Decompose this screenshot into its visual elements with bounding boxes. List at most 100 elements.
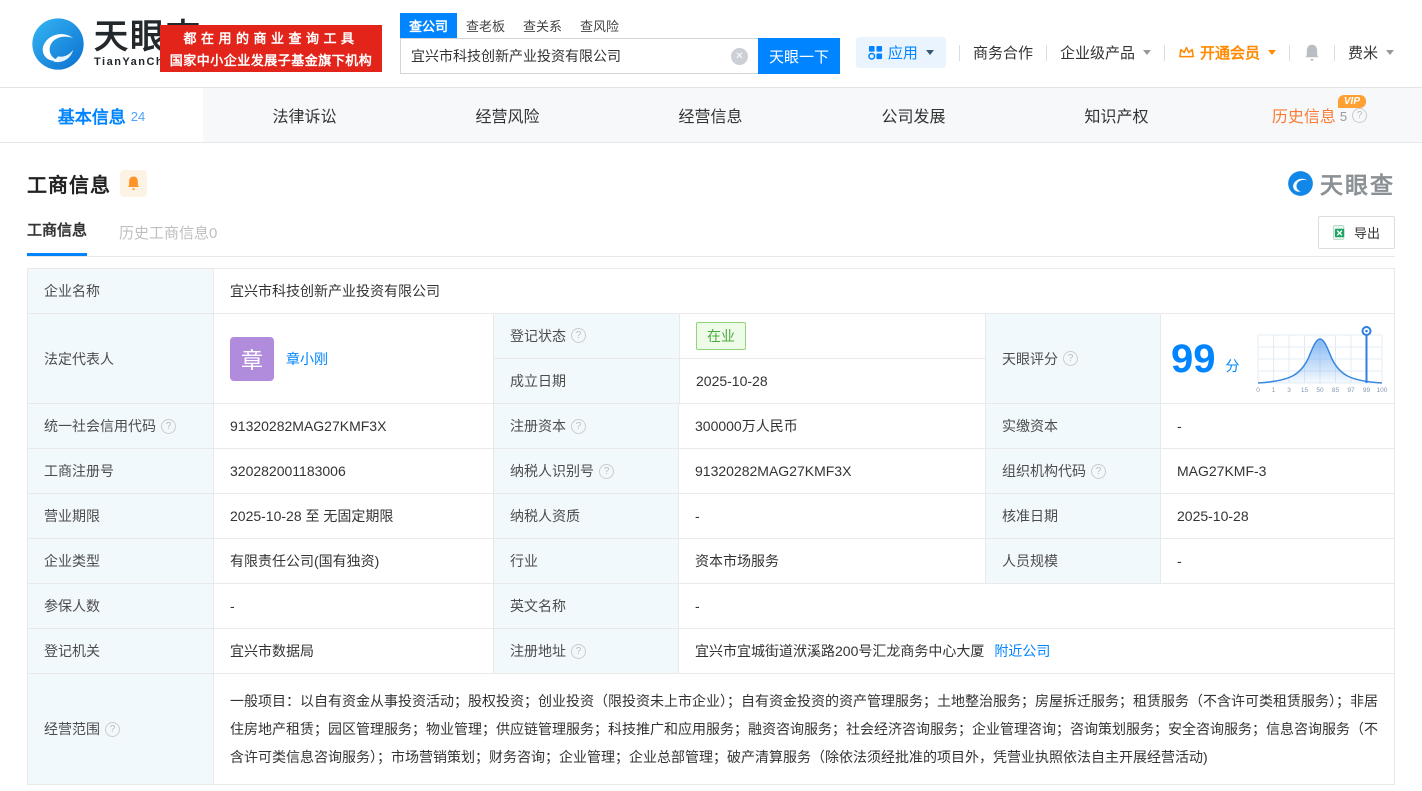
- field-label: 行业: [493, 539, 678, 583]
- field-label: 企业类型: [28, 539, 213, 583]
- subtab-history-business-info[interactable]: 历史工商信息0: [119, 222, 217, 256]
- svg-text:1: 1: [1271, 387, 1275, 394]
- excel-icon: [1332, 225, 1345, 240]
- svg-text:85: 85: [1331, 387, 1339, 394]
- field-label: 组织机构代码?: [985, 449, 1160, 493]
- registered-capital: 300000万人民币: [678, 404, 985, 448]
- tab-company-development[interactable]: 公司发展: [812, 88, 1015, 142]
- section-title: 工商信息: [27, 174, 111, 197]
- tab-legal-litigation[interactable]: 法律诉讼: [203, 88, 406, 142]
- search-tab-company[interactable]: 查公司: [400, 13, 458, 38]
- chevron-down-icon: [925, 50, 934, 55]
- avatar[interactable]: 章: [230, 336, 274, 381]
- status-subgrid: 登记状态? 在业 成立日期 2025-10-28: [493, 314, 985, 403]
- field-label: 注册地址?: [493, 629, 678, 673]
- apps-menu[interactable]: 应用: [855, 37, 946, 68]
- registration-status: 在业: [679, 314, 985, 359]
- table-row: 经营范围? 一般项目：以自有资金从事投资活动；股权投资；创业投资（限投资未上市企…: [28, 673, 1394, 784]
- field-label: 纳税人资质: [493, 494, 678, 538]
- tab-operation-info[interactable]: 经营信息: [609, 88, 812, 142]
- notification-bell-icon[interactable]: [1303, 43, 1321, 62]
- search-tab-risk[interactable]: 查风险: [571, 13, 628, 38]
- table-row: 法定代表人 章 章小刚 登记状态? 在业 成立日期 2025-10-28 天眼评…: [28, 313, 1394, 403]
- tab-basic-info[interactable]: 基本信息 24: [0, 88, 203, 142]
- main-tab-bar: 基本信息 24 法律诉讼 经营风险 经营信息 公司发展 知识产权 历史信息 VIP…: [0, 88, 1422, 143]
- score-value: 99: [1171, 336, 1216, 381]
- slogan-line1: 都在用的商业查询工具: [183, 31, 359, 46]
- table-row: 企业类型 有限责任公司(国有独资) 行业 资本市场服务 人员规模 -: [28, 538, 1394, 583]
- business-reg-number: 320282001183006: [213, 449, 493, 493]
- legal-rep-link[interactable]: 章小刚: [286, 349, 328, 369]
- field-label: 参保人数: [28, 584, 213, 628]
- watermark-logo: 天眼查: [1287, 166, 1395, 200]
- score-unit: 分: [1225, 357, 1240, 374]
- svg-text:99: 99: [1362, 387, 1370, 394]
- taxpayer-id: 91320282MAG27KMF3X: [678, 449, 985, 493]
- field-label: 登记机关: [28, 629, 213, 673]
- subscribe-bell-icon[interactable]: [120, 169, 147, 197]
- taxpayer-qualification: -: [678, 494, 985, 538]
- table-row: 营业期限 2025-10-28 至 无固定期限 纳税人资质 - 核准日期 202…: [28, 493, 1394, 538]
- field-label: 经营范围?: [28, 674, 213, 784]
- search-tab-relation[interactable]: 查关系: [514, 13, 571, 38]
- business-term: 2025-10-28 至 无固定期限: [213, 494, 493, 538]
- field-label: 天眼评分?: [985, 314, 1160, 403]
- grid-icon: [868, 45, 882, 60]
- nav-enterprise-products[interactable]: 企业级产品: [1060, 42, 1151, 63]
- nav-cooperation[interactable]: 商务合作: [973, 42, 1033, 63]
- establish-date: 2025-10-28: [679, 358, 985, 403]
- main-content: 工商信息 天眼查 工商信息 历史工商信息0 导出 企业名称 宜兴市科技创新产业投…: [0, 167, 1422, 785]
- help-icon: ?: [1352, 107, 1368, 123]
- tianyan-score-cell: 99 分 0 1 3 15 50 85 97 99 100: [1160, 314, 1400, 403]
- help-icon: ?: [599, 463, 614, 479]
- table-row: 统一社会信用代码? 91320282MAG27KMF3X 注册资本? 30000…: [28, 403, 1394, 448]
- header-nav: 应用 商务合作 企业级产品 开通会员 费米: [855, 37, 1394, 68]
- tab-operation-risk[interactable]: 经营风险: [406, 88, 609, 142]
- credit-code: 91320282MAG27KMF3X: [213, 404, 493, 448]
- slogan-line2: 国家中小企业发展子基金旗下机构: [169, 53, 373, 68]
- field-label: 工商注册号: [28, 449, 213, 493]
- svg-text:100: 100: [1376, 387, 1387, 394]
- help-icon: ?: [161, 418, 176, 434]
- paid-in-capital: -: [1160, 404, 1394, 448]
- vip-badge: VIP: [1337, 95, 1366, 108]
- svg-text:15: 15: [1300, 387, 1308, 394]
- table-row: 参保人数 - 英文名称 -: [28, 583, 1394, 628]
- tab-count: 24: [130, 108, 146, 124]
- tab-intellectual-property[interactable]: 知识产权: [1015, 88, 1218, 142]
- help-icon: ?: [571, 418, 586, 434]
- username: 费米: [1347, 45, 1378, 62]
- nav-open-vip[interactable]: 开通会员: [1178, 42, 1276, 63]
- search-button[interactable]: 天眼一下: [758, 38, 840, 74]
- nav-user-menu[interactable]: 费米: [1348, 42, 1394, 63]
- table-row: 企业名称 宜兴市科技创新产业投资有限公司: [28, 269, 1394, 313]
- english-name: -: [678, 584, 1394, 628]
- field-label: 注册资本?: [493, 404, 678, 448]
- subtab-business-info[interactable]: 工商信息: [27, 219, 88, 256]
- status-badge: 在业: [696, 321, 746, 350]
- export-button[interactable]: 导出: [1317, 216, 1395, 249]
- legal-rep-cell: 章 章小刚: [213, 314, 493, 403]
- org-code: MAG27KMF-3: [1160, 449, 1394, 493]
- field-label: 统一社会信用代码?: [28, 404, 213, 448]
- nearby-companies-link[interactable]: 附近公司: [994, 641, 1050, 661]
- clear-search-icon[interactable]: ✕: [731, 47, 748, 65]
- industry: 资本市场服务: [678, 539, 985, 583]
- business-info-table: 企业名称 宜兴市科技创新产业投资有限公司 法定代表人 章 章小刚 登记状态? 在…: [27, 268, 1395, 785]
- svg-text:50: 50: [1316, 387, 1324, 394]
- business-scope: 一般项目：以自有资金从事投资活动；股权投资；创业投资（限投资未上市企业）；自有资…: [213, 674, 1394, 784]
- help-icon: ?: [105, 721, 120, 737]
- search-tab-boss[interactable]: 查老板: [457, 13, 514, 38]
- field-label: 登记状态?: [494, 314, 679, 359]
- table-row: 工商注册号 320282001183006 纳税人识别号? 91320282MA…: [28, 448, 1394, 493]
- field-label: 核准日期: [985, 494, 1160, 538]
- tab-count: 5: [1339, 108, 1348, 124]
- chevron-down-icon: [1267, 50, 1276, 55]
- chevron-down-icon: [1386, 50, 1394, 55]
- company-type: 有限责任公司(国有独资): [213, 539, 493, 583]
- svg-text:0: 0: [1256, 387, 1260, 394]
- crown-icon: [1179, 46, 1194, 58]
- tab-history-info[interactable]: 历史信息 VIP 5 ?: [1218, 88, 1421, 142]
- search-input[interactable]: 宜兴市科技创新产业投资有限公司 ✕: [400, 38, 758, 74]
- chevron-down-icon: [1142, 50, 1151, 55]
